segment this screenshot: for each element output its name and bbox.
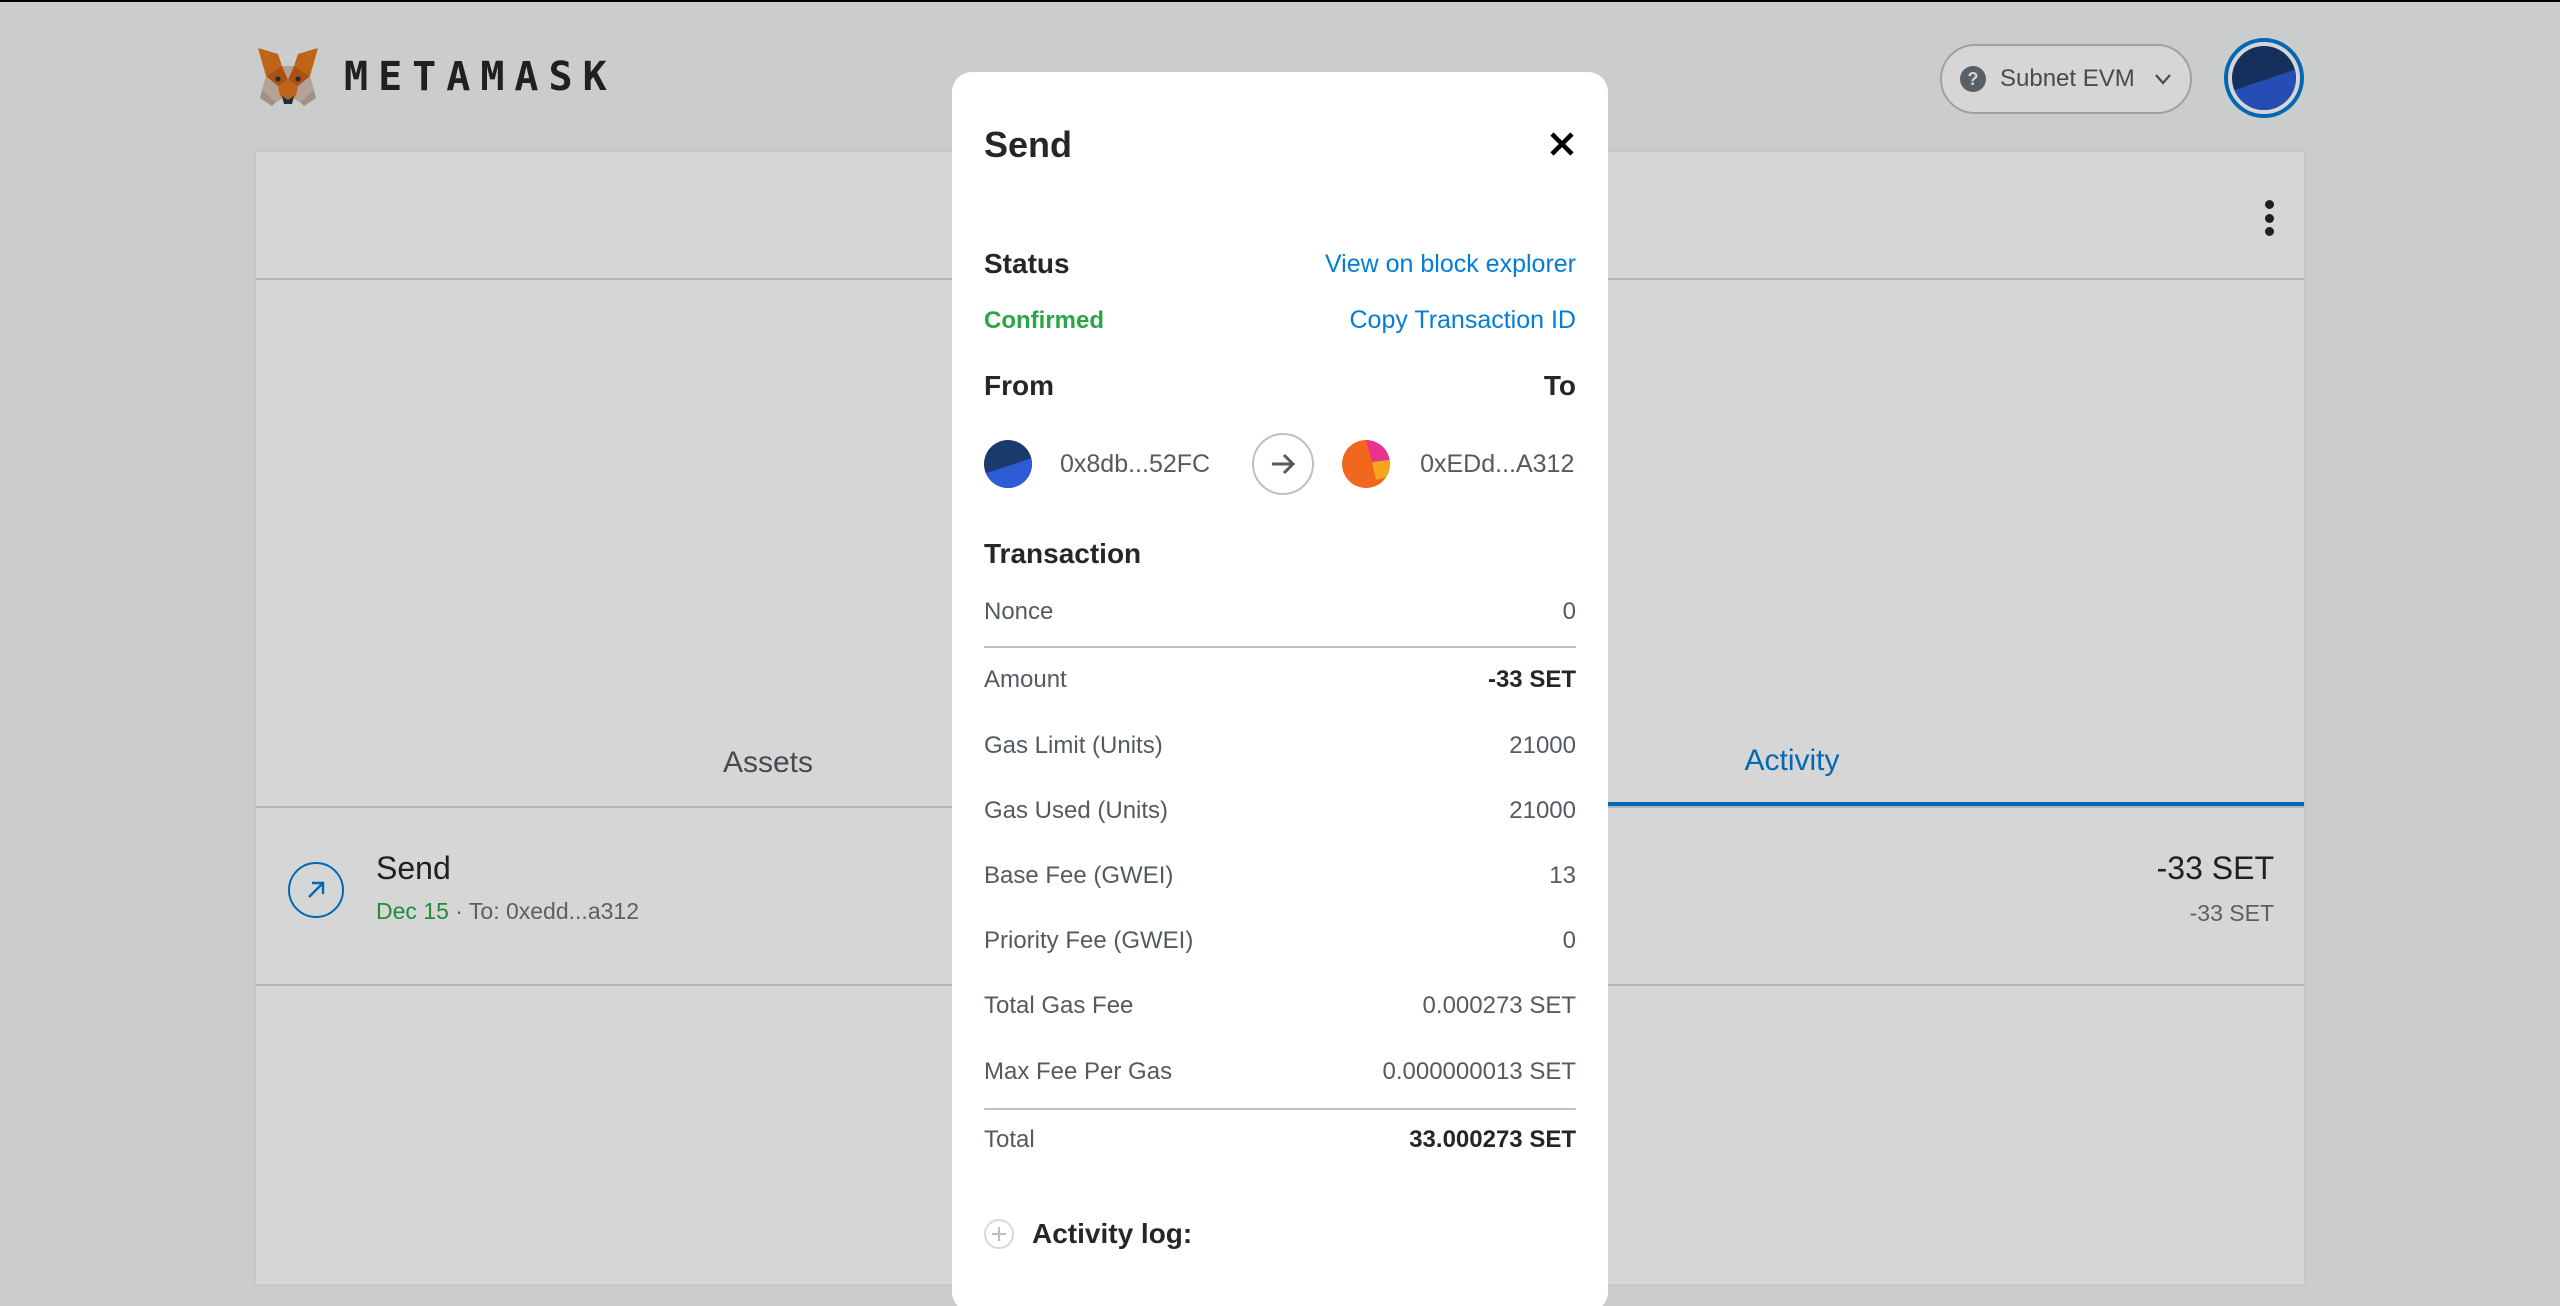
activity-log-label: Activity log: (1032, 1218, 1193, 1249)
to-label: To (1543, 370, 1576, 401)
detail-row-total: Total 33.000273 SET (984, 1120, 1576, 1160)
plus-icon (984, 1219, 1014, 1249)
detail-value: 0.000273 SET (1422, 992, 1576, 1019)
detail-value: 21000 (1509, 797, 1576, 824)
detail-row-base-fee: Base Fee (GWEI) 13 (984, 856, 1576, 896)
close-icon[interactable] (1546, 128, 1578, 160)
transaction-section-title: Transaction (984, 538, 1142, 569)
detail-label: Gas Used (Units) (984, 797, 1169, 824)
to-address[interactable]: 0xEDd...A312 (1420, 450, 1574, 479)
status-value-row: Confirmed Copy Transaction ID (984, 306, 1576, 335)
divider (984, 646, 1576, 648)
detail-label: Total Gas Fee (984, 992, 1134, 1019)
detail-label: Amount (984, 666, 1067, 693)
detail-row-gas-limit: Gas Limit (Units) 21000 (984, 726, 1576, 766)
status-value: Confirmed (984, 306, 1104, 334)
detail-row-total-gas-fee: Total Gas Fee 0.000273 SET (984, 986, 1576, 1026)
detail-label: Base Fee (GWEI) (984, 862, 1174, 889)
detail-label: Total (984, 1126, 1035, 1153)
from-identicon (984, 440, 1032, 488)
detail-value: 33.000273 SET (1409, 1126, 1576, 1153)
modal-title: Send (984, 124, 1073, 165)
from-address[interactable]: 0x8db...52FC (1060, 450, 1210, 479)
detail-row-priority-fee: Priority Fee (GWEI) 0 (984, 921, 1576, 961)
detail-value: 13 (1549, 862, 1576, 889)
from-label: From (984, 370, 1054, 401)
from-to-row: 0x8db...52FC 0xEDd...A312 (984, 430, 1576, 498)
detail-value: 0 (1562, 927, 1576, 954)
from-to-header: From To (984, 370, 1576, 402)
copy-transaction-id-link[interactable]: Copy Transaction ID (1350, 306, 1577, 335)
detail-label: Max Fee Per Gas (984, 1058, 1173, 1085)
detail-label: Nonce (984, 598, 1054, 625)
detail-value: 0.000000013 SET (1382, 1058, 1577, 1085)
status-label: Status (984, 248, 1070, 279)
detail-row-amount: Amount -33 SET (984, 660, 1576, 700)
transaction-details-modal: Send Status View on block explorer Confi… (952, 72, 1608, 1306)
arrow-right-icon (1252, 433, 1315, 495)
to-identicon (1342, 440, 1391, 488)
divider (984, 1108, 1576, 1110)
view-on-block-explorer-link[interactable]: View on block explorer (1325, 250, 1576, 279)
detail-value: 0 (1562, 598, 1576, 625)
detail-label: Gas Limit (Units) (984, 732, 1163, 759)
status-row: Status View on block explorer (984, 248, 1576, 280)
activity-log-toggle[interactable]: Activity log: (984, 1218, 1192, 1250)
detail-value: -33 SET (1487, 666, 1576, 693)
detail-row-nonce: Nonce 0 (984, 592, 1576, 632)
detail-value: 21000 (1509, 732, 1576, 759)
detail-row-gas-used: Gas Used (Units) 21000 (984, 791, 1576, 831)
detail-label: Priority Fee (GWEI) (984, 927, 1194, 954)
detail-row-max-fee-per-gas: Max Fee Per Gas 0.000000013 SET (984, 1052, 1576, 1092)
